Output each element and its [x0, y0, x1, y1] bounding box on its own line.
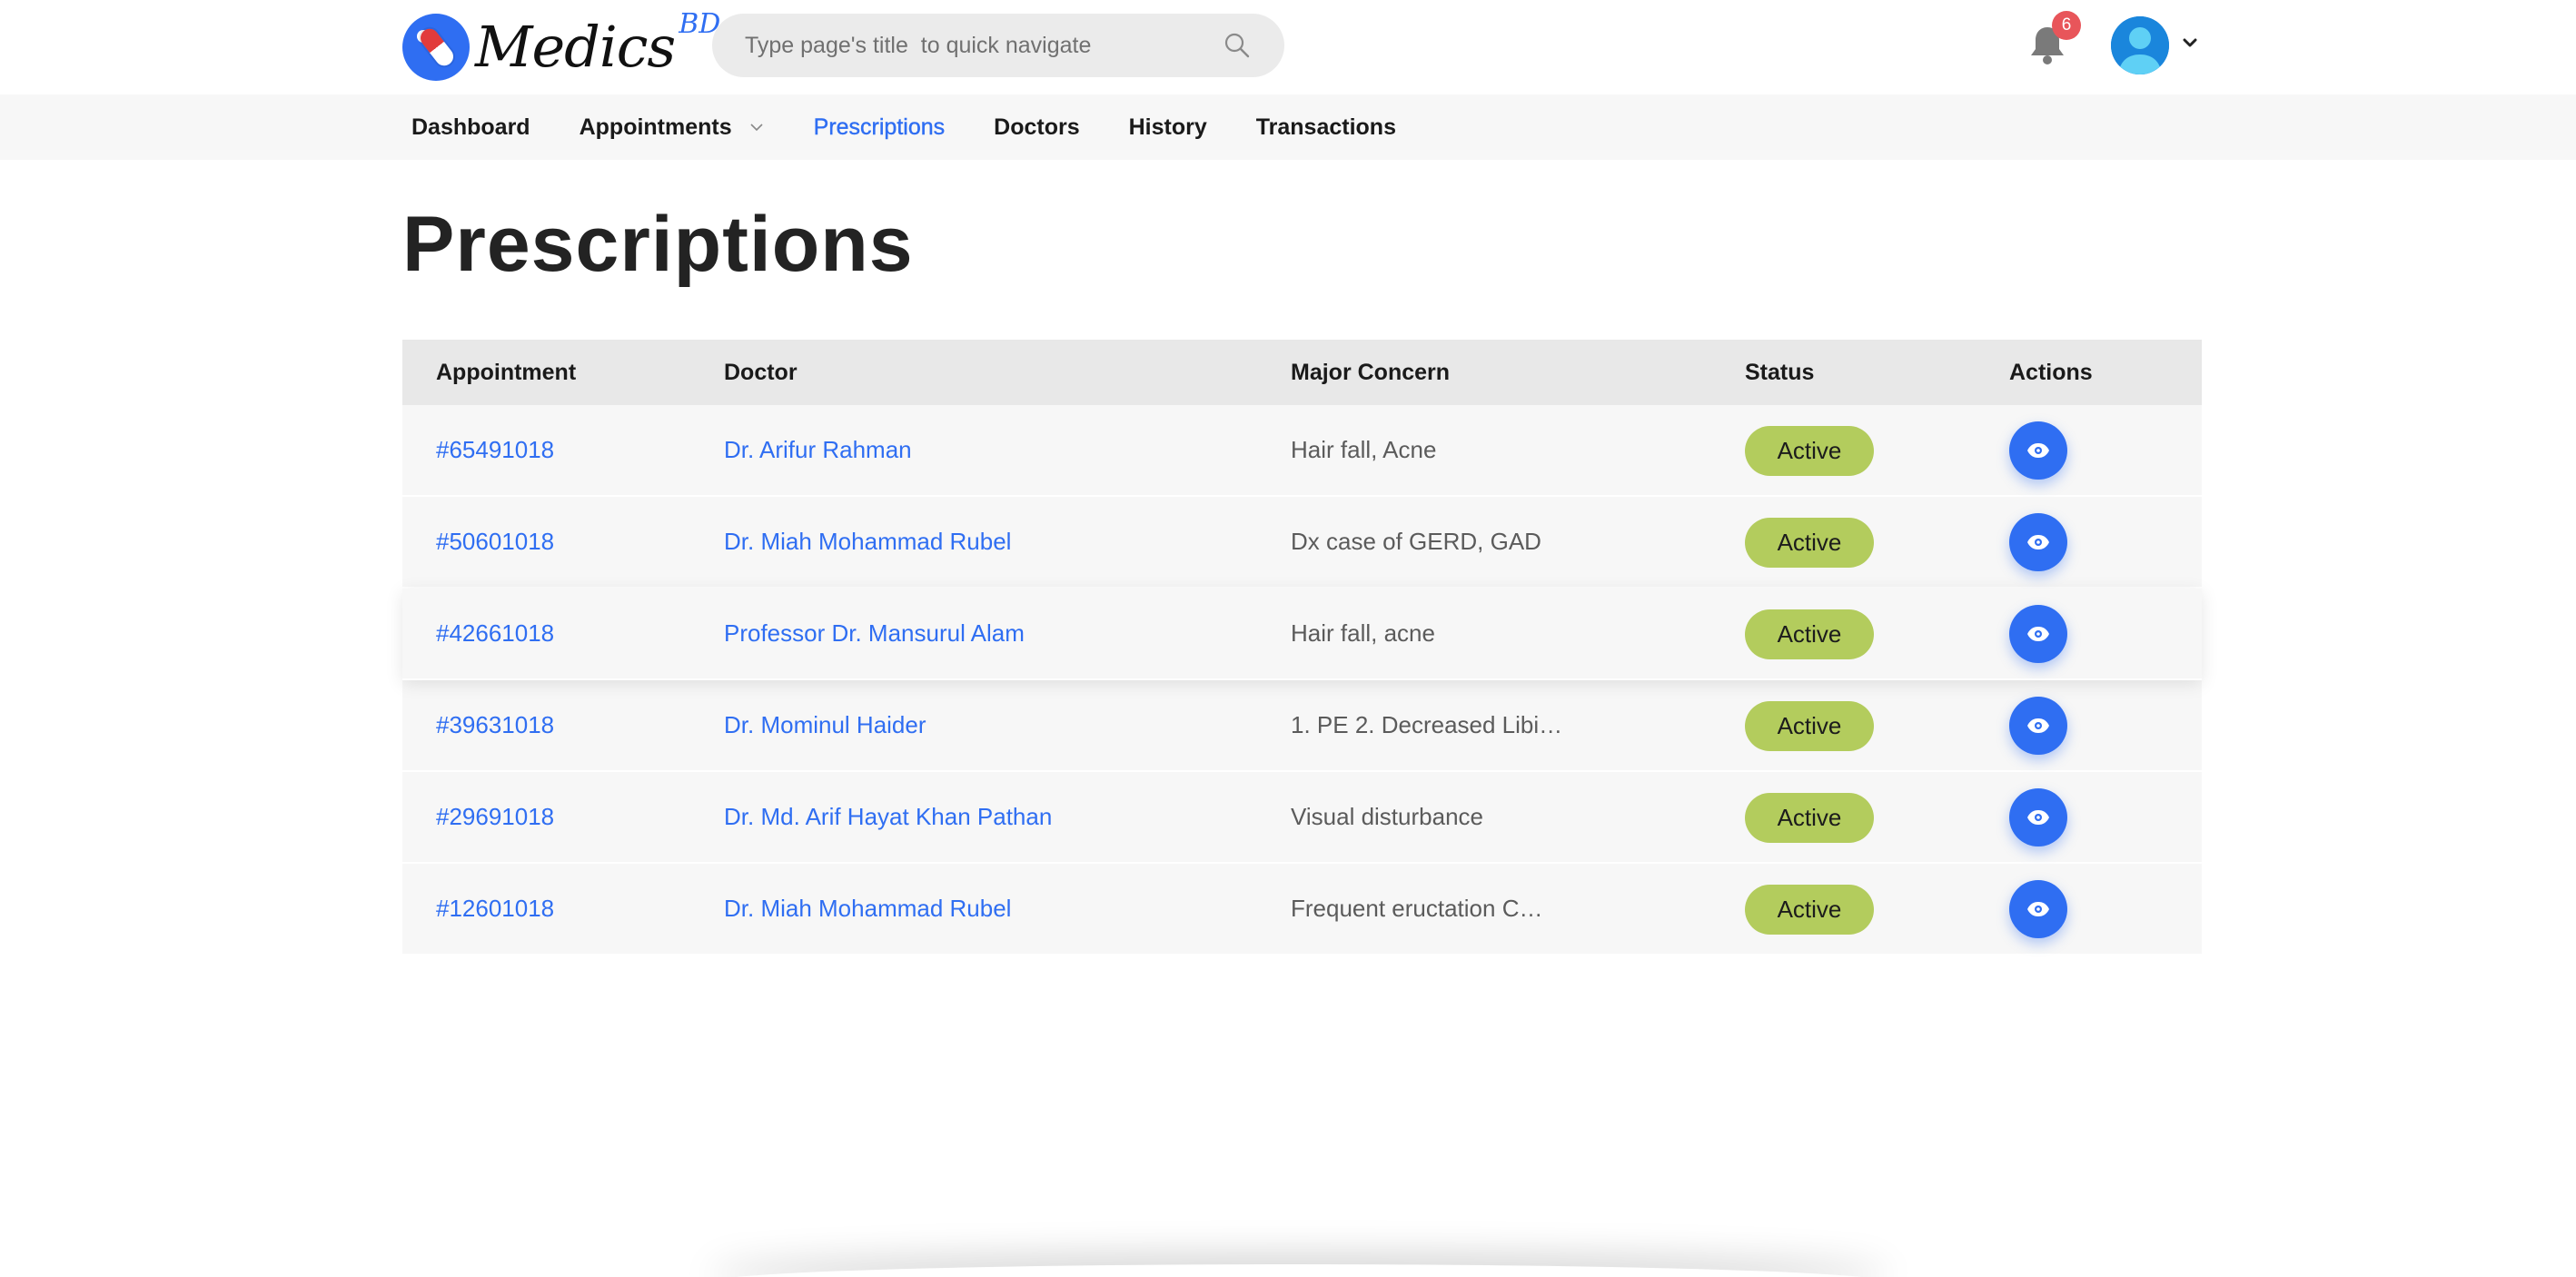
column-header-major-concern: Major Concern	[1291, 359, 1451, 385]
appointment-link[interactable]: #42661018	[436, 619, 554, 648]
search-input[interactable]	[745, 32, 1223, 59]
table-row: #12601018 Dr. Miah Mohammad Rubel Freque…	[402, 864, 2202, 955]
nav-menu: Dashboard Appointments Prescriptions Doc…	[411, 94, 1445, 160]
appointment-link[interactable]: #65491018	[436, 436, 554, 464]
pill-logo-icon	[402, 14, 470, 81]
page-title: Prescriptions	[402, 201, 914, 288]
column-header-actions: Actions	[2009, 359, 2093, 385]
table-row: #29691018 Dr. Md. Arif Hayat Khan Pathan…	[402, 772, 2202, 864]
footer-shadow	[708, 1264, 1889, 1277]
column-header-status: Status	[1745, 359, 1815, 385]
eye-icon	[2027, 810, 2049, 825]
table-row: #39631018 Dr. Mominul Haider 1. PE 2. De…	[402, 680, 2202, 772]
view-prescription-button[interactable]	[2009, 605, 2067, 663]
top-header: Medics BD 6	[0, 0, 2576, 94]
doctor-link[interactable]: Dr. Miah Mohammad Rubel	[724, 895, 1011, 923]
status-badge: Active	[1745, 793, 1874, 843]
prescriptions-table: Appointment Doctor Major Concern Status …	[402, 340, 2202, 955]
view-prescription-button[interactable]	[2009, 697, 2067, 755]
nav-item-doctors[interactable]: Doctors	[994, 114, 1079, 141]
appointment-link[interactable]: #29691018	[436, 803, 554, 831]
major-concern: Dx case of GERD, GAD	[1291, 528, 1541, 555]
nav-item-appointments[interactable]: Appointments	[580, 114, 765, 141]
user-icon	[2111, 16, 2169, 74]
doctor-link[interactable]: Dr. Miah Mohammad Rubel	[724, 528, 1011, 556]
eye-icon	[2027, 718, 2049, 733]
nav-item-prescriptions[interactable]: Prescriptions	[813, 114, 945, 141]
table-row: #65491018 Dr. Arifur Rahman Hair fall, A…	[402, 405, 2202, 497]
nav-item-label: Appointments	[579, 114, 732, 140]
major-concern: Hair fall, acne	[1291, 619, 1435, 647]
status-badge: Active	[1745, 426, 1874, 476]
brand-logo[interactable]: Medics BD	[402, 8, 720, 82]
brand-name: Medics	[475, 14, 676, 80]
table-row: #42661018 Professor Dr. Mansurul Alam Ha…	[402, 589, 2202, 680]
status-badge: Active	[1745, 885, 1874, 935]
quick-navigate-search	[712, 14, 1284, 77]
chevron-down-icon	[750, 124, 763, 132]
doctor-link[interactable]: Professor Dr. Mansurul Alam	[724, 619, 1025, 648]
eye-icon	[2027, 443, 2049, 458]
chevron-down-icon[interactable]	[2180, 33, 2200, 53]
view-prescription-button[interactable]	[2009, 788, 2067, 846]
table-row: #50601018 Dr. Miah Mohammad Rubel Dx cas…	[402, 497, 2202, 589]
status-badge: Active	[1745, 518, 1874, 568]
doctor-link[interactable]: Dr. Arifur Rahman	[724, 436, 912, 464]
nav-item-dashboard[interactable]: Dashboard	[411, 114, 530, 141]
appointment-link[interactable]: #39631018	[436, 711, 554, 739]
nav-item-history[interactable]: History	[1129, 114, 1207, 141]
major-concern: Frequent eructation C…	[1291, 895, 1543, 922]
view-prescription-button[interactable]	[2009, 421, 2067, 480]
column-header-doctor: Doctor	[724, 359, 798, 385]
appointment-link[interactable]: #50601018	[436, 528, 554, 556]
status-badge: Active	[1745, 701, 1874, 751]
major-concern: 1. PE 2. Decreased Libi…	[1291, 711, 1563, 738]
eye-icon	[2027, 627, 2049, 641]
avatar[interactable]	[2111, 16, 2169, 74]
view-prescription-button[interactable]	[2009, 513, 2067, 571]
appointment-link[interactable]: #12601018	[436, 895, 554, 923]
doctor-link[interactable]: Dr. Mominul Haider	[724, 711, 926, 739]
view-prescription-button[interactable]	[2009, 880, 2067, 938]
major-concern: Visual disturbance	[1291, 803, 1483, 830]
eye-icon	[2027, 902, 2049, 916]
main-navbar: Dashboard Appointments Prescriptions Doc…	[0, 94, 2576, 160]
doctor-link[interactable]: Dr. Md. Arif Hayat Khan Pathan	[724, 803, 1052, 831]
major-concern: Hair fall, Acne	[1291, 436, 1437, 463]
notification-count-badge: 6	[2052, 11, 2081, 40]
column-header-appointment: Appointment	[436, 359, 577, 385]
status-badge: Active	[1745, 609, 1874, 659]
nav-item-transactions[interactable]: Transactions	[1256, 114, 1396, 141]
search-icon[interactable]	[1223, 31, 1252, 60]
table-header: Appointment Doctor Major Concern Status …	[402, 340, 2202, 405]
eye-icon	[2027, 535, 2049, 549]
